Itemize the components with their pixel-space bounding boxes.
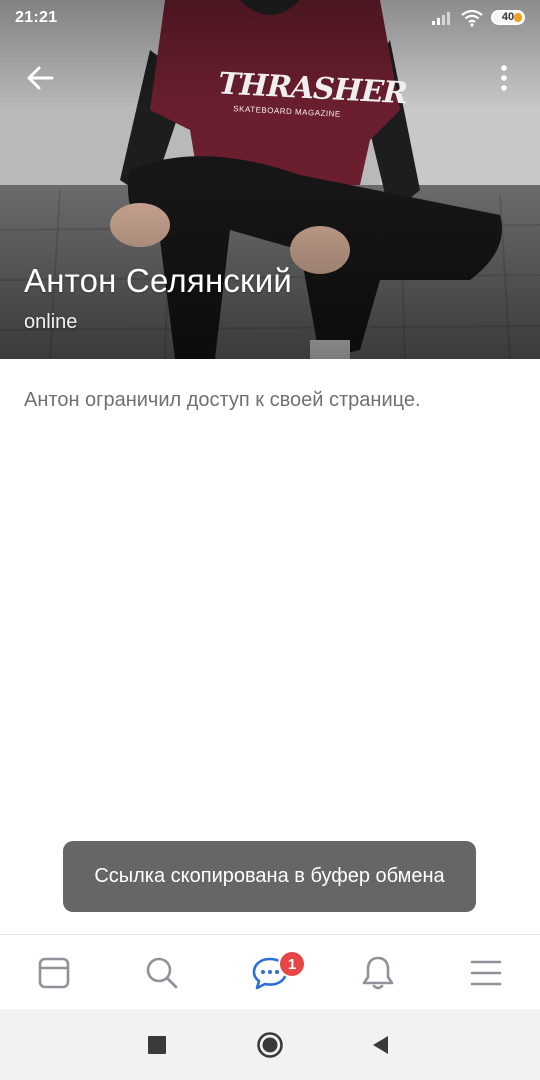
- menu-icon: [470, 960, 502, 985]
- recents-icon: [148, 1035, 166, 1054]
- wifi-icon: [461, 9, 483, 27]
- battery-icon: 40: [491, 10, 525, 25]
- tab-messages[interactable]: [216, 935, 324, 1010]
- system-back-button[interactable]: [350, 1009, 410, 1080]
- profile-online-status: online: [24, 311, 78, 333]
- back-icon: [373, 1035, 388, 1054]
- more-options-button[interactable]: [490, 60, 518, 96]
- profile-name: Антон Селянский: [24, 262, 292, 299]
- status-bar: 21:21 40: [0, 0, 540, 36]
- tab-menu[interactable]: [432, 935, 540, 1010]
- tab-news[interactable]: [0, 935, 108, 1010]
- search-icon: [146, 957, 178, 988]
- messages-unread-badge: 1: [278, 950, 306, 978]
- notifications-icon: [362, 956, 394, 989]
- system-navigation-bar: [0, 1009, 540, 1080]
- shirt-logo: THRASHER SKATEBOARD MAGAZINE: [217, 66, 408, 119]
- status-time: 21:21: [15, 9, 58, 26]
- home-button[interactable]: [240, 1009, 300, 1080]
- back-button[interactable]: [22, 60, 62, 96]
- battery-level: 40: [501, 11, 515, 23]
- shirt-brand-text: THRASHER: [217, 66, 408, 112]
- bottom-tab-bar: [0, 934, 540, 1009]
- recents-button[interactable]: [127, 1009, 187, 1080]
- news-icon: [38, 957, 70, 988]
- restricted-access-message: Антон ограничил доступ к своей странице.: [24, 389, 421, 411]
- profile-cover: THRASHER SKATEBOARD MAGAZINE: [0, 0, 540, 359]
- home-icon: [257, 1031, 283, 1058]
- arrow-left-icon: [27, 66, 54, 90]
- more-vertical-icon: [501, 65, 507, 91]
- tab-search[interactable]: [108, 935, 216, 1010]
- toast-text: Ссылка скопирована в буфер обмена: [94, 865, 445, 887]
- copied-link-toast: Ссылка скопирована в буфер обмена: [63, 841, 476, 912]
- tab-notifications[interactable]: [324, 935, 432, 1010]
- signal-icon: [432, 12, 450, 25]
